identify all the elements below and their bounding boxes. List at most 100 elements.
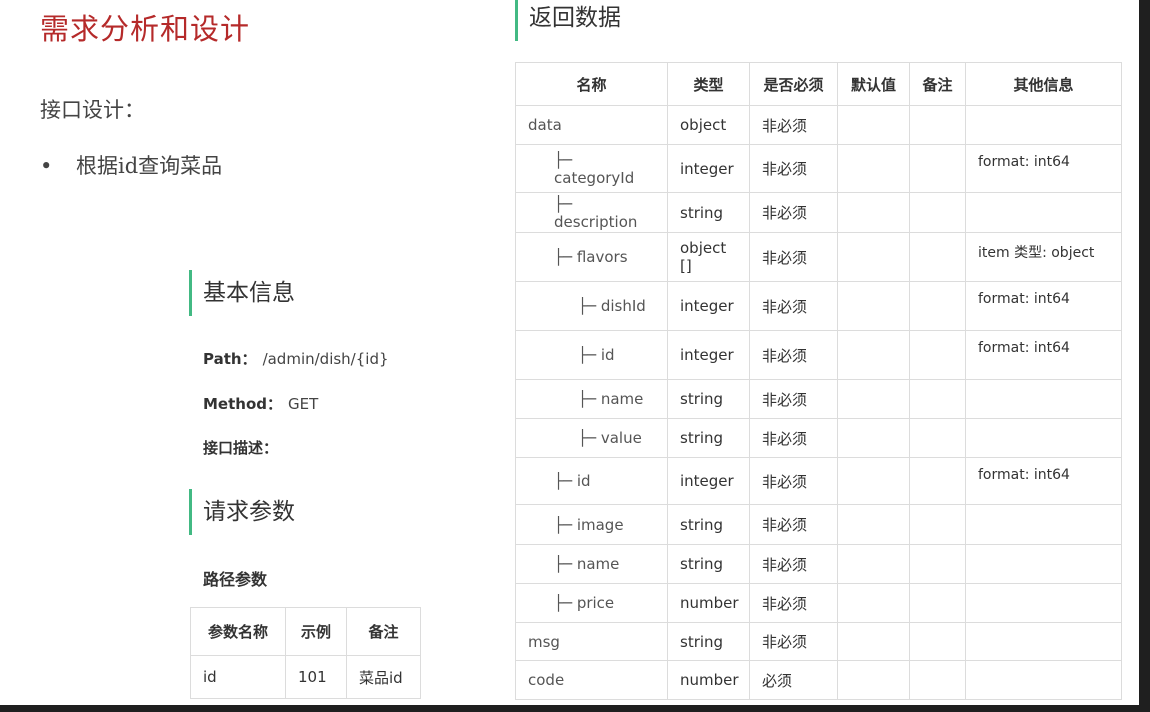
field-note-cell: [909, 583, 966, 623]
table-row: ├─ id integer 非必须 format: int64: [515, 330, 1122, 380]
field-required-cell: 非必须: [749, 457, 838, 505]
field-type-cell: string: [667, 192, 750, 233]
field-name-cell: ├─ image: [515, 504, 668, 545]
field-note-cell: [909, 330, 966, 380]
field-other-cell: [965, 660, 1122, 700]
field-type-cell: string: [667, 622, 750, 661]
field-default-cell: [837, 544, 910, 584]
field-required-cell: 必须: [749, 660, 838, 700]
field-default-cell: [837, 105, 910, 145]
method-value: GET: [288, 395, 319, 413]
table-row: msg string 非必须: [515, 622, 1122, 661]
field-required-cell: 非必须: [749, 622, 838, 661]
bullet-item: • 根据id查询菜品: [40, 150, 222, 180]
table-row: ├─ dishId integer 非必须 format: int64: [515, 281, 1122, 331]
table-header-cell: 备注: [909, 62, 966, 106]
table-header-cell: 默认值: [837, 62, 910, 106]
field-other-cell: format: int64: [965, 281, 1122, 331]
path-row: Path： /admin/dish/{id}: [203, 348, 389, 369]
table-header-cell: 示例: [285, 607, 347, 656]
interface-design-label: 接口设计：: [40, 98, 145, 122]
field-type-cell: string: [667, 504, 750, 545]
window-right-edge: [1139, 0, 1150, 712]
field-type-cell: string: [667, 379, 750, 419]
path-params-table: 参数名称 示例 备注 id 101 菜品id: [190, 607, 421, 699]
window-bottom-edge: [0, 705, 1150, 712]
table-row: ├─ value string 非必须: [515, 418, 1122, 458]
field-default-cell: [837, 583, 910, 623]
field-default-cell: [837, 144, 910, 193]
table-row: ├─ description string 非必须: [515, 192, 1122, 233]
field-note-cell: [909, 232, 966, 282]
field-note-cell: [909, 281, 966, 331]
table-row: ├─ categoryId integer 非必须 format: int64: [515, 144, 1122, 193]
table-row: ├─ image string 非必须: [515, 504, 1122, 545]
table-row: id 101 菜品id: [190, 655, 421, 699]
field-type-cell: string: [667, 544, 750, 584]
field-type-cell: integer: [667, 281, 750, 331]
field-name-cell: ├─ id: [515, 457, 668, 505]
path-value: /admin/dish/{id}: [262, 350, 389, 368]
table-header-cell: 备注: [346, 607, 421, 656]
field-name-cell: data: [515, 105, 668, 145]
method-key: Method：: [203, 395, 282, 413]
field-other-cell: format: int64: [965, 330, 1122, 380]
field-required-cell: 非必须: [749, 144, 838, 193]
path-params-label: 路径参数: [203, 570, 268, 589]
param-name-cell: id: [190, 655, 286, 699]
field-note-cell: [909, 660, 966, 700]
response-table-body: data object 非必须 ├─ categoryId integer 非必须 form…: [515, 105, 1122, 700]
field-required-cell: 非必须: [749, 330, 838, 380]
table-header-cell: 名称: [515, 62, 668, 106]
field-default-cell: [837, 504, 910, 545]
field-other-cell: format: int64: [965, 144, 1122, 193]
table-header-cell: 其他信息: [965, 62, 1122, 106]
slide-title: 需求分析和设计: [40, 12, 251, 46]
path-key: Path：: [203, 350, 257, 368]
table-header-row: 名称 类型 是否必须 默认值 备注 其他信息: [515, 62, 1122, 106]
field-default-cell: [837, 281, 910, 331]
field-required-cell: 非必须: [749, 232, 838, 282]
field-note-cell: [909, 504, 966, 545]
field-name-cell: ├─ flavors: [515, 232, 668, 282]
field-name-cell: ├─ value: [515, 418, 668, 458]
field-note-cell: [909, 622, 966, 661]
table-row: ├─ name string 非必须: [515, 544, 1122, 584]
field-default-cell: [837, 418, 910, 458]
field-type-cell: integer: [667, 457, 750, 505]
field-required-cell: 非必须: [749, 544, 838, 584]
field-default-cell: [837, 457, 910, 505]
table-row: ├─ flavors object [] 非必须 item 类型: object: [515, 232, 1122, 282]
param-note-cell: 菜品id: [346, 655, 421, 699]
field-other-cell: [965, 622, 1122, 661]
field-note-cell: [909, 192, 966, 233]
field-name-cell: ├─ name: [515, 544, 668, 584]
field-default-cell: [837, 660, 910, 700]
field-name-cell: ├─ description: [515, 192, 668, 233]
field-name-cell: msg: [515, 622, 668, 661]
field-type-cell: integer: [667, 144, 750, 193]
field-note-cell: [909, 544, 966, 584]
field-type-cell: integer: [667, 330, 750, 380]
field-name-cell: code: [515, 660, 668, 700]
field-type-cell: string: [667, 418, 750, 458]
bullet-dot: •: [40, 154, 53, 178]
field-name-cell: ├─ name: [515, 379, 668, 419]
description-key: 接口描述：: [203, 439, 279, 457]
response-data-heading: 返回数据: [515, 0, 621, 41]
field-required-cell: 非必须: [749, 105, 838, 145]
field-required-cell: 非必须: [749, 583, 838, 623]
field-note-cell: [909, 105, 966, 145]
field-type-cell: number: [667, 660, 750, 700]
field-default-cell: [837, 379, 910, 419]
field-note-cell: [909, 418, 966, 458]
field-default-cell: [837, 232, 910, 282]
table-row: ├─ id integer 非必须 format: int64: [515, 457, 1122, 505]
field-other-cell: format: int64: [965, 457, 1122, 505]
field-type-cell: number: [667, 583, 750, 623]
table-header-cell: 是否必须: [749, 62, 838, 106]
field-note-cell: [909, 457, 966, 505]
basic-info-heading: 基本信息: [189, 270, 295, 316]
field-type-cell: object: [667, 105, 750, 145]
field-name-cell: ├─ price: [515, 583, 668, 623]
